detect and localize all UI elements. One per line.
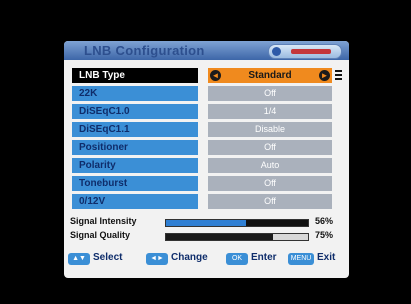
ok-key-icon: OK xyxy=(226,253,248,265)
signal-intensity-fill xyxy=(166,220,246,226)
arrow-left-icon[interactable]: ◄ xyxy=(210,70,221,81)
signal-quality-value: 75% xyxy=(315,230,334,240)
setting-label: 0/12V xyxy=(72,194,198,209)
help-bar: ▲▼ Select ◄► Change OK Enter MENU Exit xyxy=(68,251,346,267)
setting-row-22k[interactable]: 22K Off xyxy=(72,86,337,101)
signal-intensity-bar xyxy=(165,219,309,227)
setting-row-lnb-type[interactable]: LNB Type ◄ Standard ► xyxy=(72,68,342,83)
lnb-configuration-dialog: LNB Configuration LNB Type ◄ Standard ► … xyxy=(64,41,349,278)
setting-value-selector[interactable]: ◄ Standard ► xyxy=(208,68,332,83)
setting-label: Toneburst xyxy=(72,176,198,191)
exit-hint-label: Exit xyxy=(317,252,336,263)
setting-value[interactable]: 1/4 xyxy=(208,104,332,119)
left-right-key-icon: ◄► xyxy=(146,253,168,265)
setting-value[interactable]: Off xyxy=(208,140,332,155)
signal-quality-bar xyxy=(165,233,309,241)
setting-row-polarity[interactable]: Polarity Auto xyxy=(72,158,337,173)
signal-quality-fill xyxy=(166,234,273,240)
menu-key-icon: MENU xyxy=(288,253,314,265)
setting-row-positioner[interactable]: Positioner Off xyxy=(72,140,337,155)
signal-intensity-meter: Signal Intensity 56% xyxy=(70,216,342,228)
setting-value[interactable]: Off xyxy=(208,194,332,209)
setting-label: DiSEqC1.1 xyxy=(72,122,198,137)
setting-row-diseqc-1-0[interactable]: DiSEqC1.0 1/4 xyxy=(72,104,337,119)
list-icon[interactable] xyxy=(335,70,342,81)
setting-label: 22K xyxy=(72,86,198,101)
title-bar: LNB Configuration xyxy=(64,41,349,60)
signal-intensity-label: Signal Intensity xyxy=(70,216,137,226)
arrow-right-icon[interactable]: ► xyxy=(319,70,330,81)
select-hint-label: Select xyxy=(93,252,123,263)
enter-hint-label: Enter xyxy=(251,252,277,263)
setting-label: Positioner xyxy=(72,140,198,155)
setting-value[interactable]: Auto xyxy=(208,158,332,173)
change-hint-label: Change xyxy=(171,252,208,263)
signal-quality-meter: Signal Quality 75% xyxy=(70,230,342,242)
setting-label: LNB Type xyxy=(72,68,198,83)
setting-row-0-12v[interactable]: 0/12V Off xyxy=(72,194,337,209)
setting-value[interactable]: Off xyxy=(208,86,332,101)
setting-label: Polarity xyxy=(72,158,198,173)
setting-value[interactable]: Off xyxy=(208,176,332,191)
signal-intensity-value: 56% xyxy=(315,216,334,226)
up-down-key-icon: ▲▼ xyxy=(68,253,90,265)
setting-value[interactable]: Disable xyxy=(208,122,332,137)
setting-value: Standard xyxy=(248,70,292,81)
satellite-logo-icon xyxy=(268,44,342,59)
signal-quality-label: Signal Quality xyxy=(70,230,131,240)
setting-row-toneburst[interactable]: Toneburst Off xyxy=(72,176,337,191)
dialog-title: LNB Configuration xyxy=(84,43,205,58)
setting-row-diseqc-1-1[interactable]: DiSEqC1.1 Disable xyxy=(72,122,337,137)
setting-label: DiSEqC1.0 xyxy=(72,104,198,119)
